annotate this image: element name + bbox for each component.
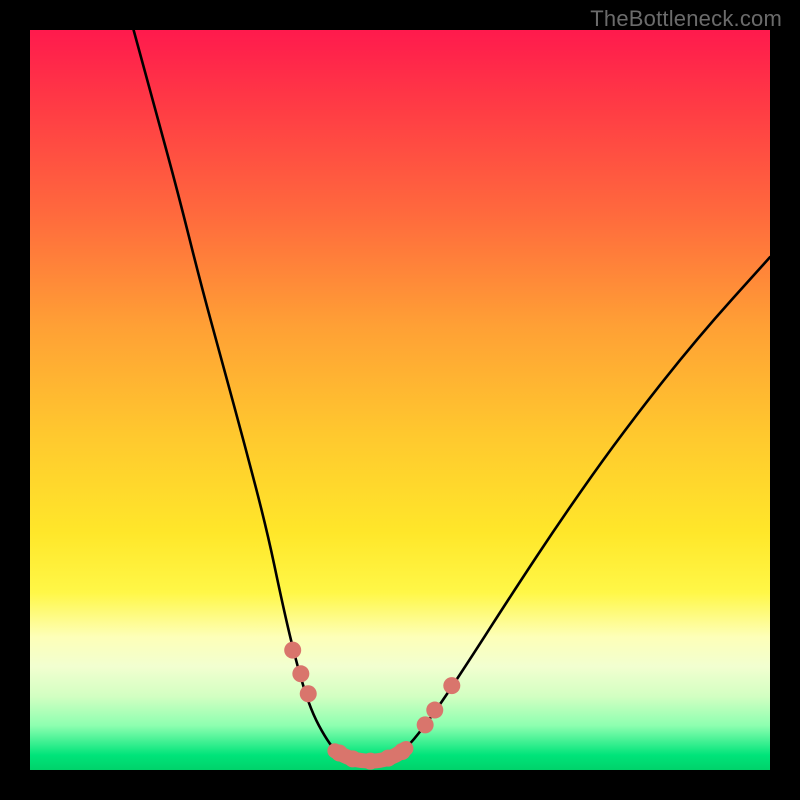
data-marker bbox=[443, 677, 460, 694]
data-marker bbox=[362, 753, 379, 770]
data-marker bbox=[292, 665, 309, 682]
data-marker bbox=[394, 743, 411, 760]
watermark-text: TheBottleneck.com bbox=[590, 6, 782, 32]
bottleneck-curve bbox=[134, 30, 770, 761]
data-marker bbox=[300, 685, 317, 702]
plot-area bbox=[30, 30, 770, 770]
chart-frame: TheBottleneck.com bbox=[0, 0, 800, 800]
curve-overlay bbox=[30, 30, 770, 770]
data-marker bbox=[344, 750, 361, 767]
data-marker bbox=[284, 642, 301, 659]
data-marker bbox=[417, 716, 434, 733]
data-marker bbox=[426, 702, 443, 719]
